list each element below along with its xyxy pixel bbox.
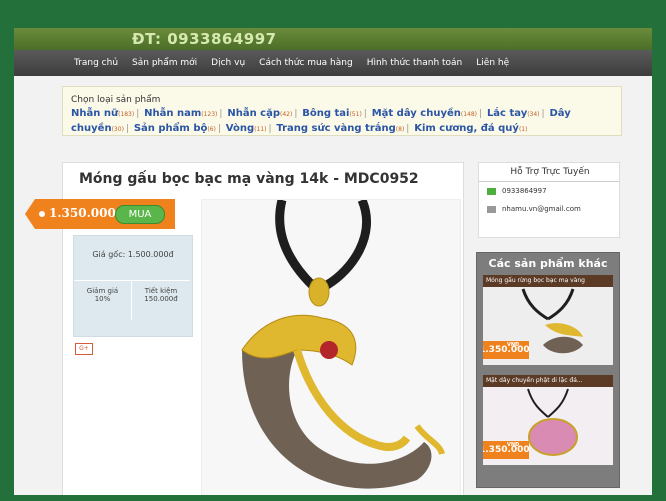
other-products-panel: Các sản phẩm khác Móng gấu rừng bọc bạc …	[476, 252, 620, 488]
phone-icon	[487, 187, 496, 195]
product-title: Móng gấu bọc bạc mạ vàng 14k - MDC0952	[79, 171, 419, 187]
support-phone-row[interactable]: 0933864997	[487, 187, 547, 195]
divider	[479, 181, 619, 182]
other-product-price: VNĐ 1.350.000	[483, 441, 530, 459]
other-product-card[interactable]: Móng gấu rừng bọc bạc mạ vàng VNĐ 1.350.…	[483, 275, 613, 365]
other-product-name: Mặt dây chuyền phật di lặc đá...	[483, 375, 613, 387]
tag-hole-icon	[39, 211, 45, 217]
main-nav: Trang chủ Sản phẩm mới Dịch vụ Cách thức…	[14, 50, 652, 76]
nav-item-services[interactable]: Dịch vụ	[211, 58, 245, 68]
category-list: Nhẫn nữ(183) | Nhẫn nam(123) | Nhẫn cặp(42…	[71, 108, 571, 134]
category-link[interactable]: Vòng(11)	[226, 123, 267, 134]
category-link[interactable]: Trang sức vàng trắng(8)	[276, 123, 404, 134]
support-title: Hỗ Trợ Trực Tuyến	[510, 167, 590, 177]
email-icon	[487, 205, 496, 213]
other-product-price: VNĐ 1.350.000	[483, 341, 530, 359]
product-price: 1.350.000đ	[49, 206, 125, 220]
category-link[interactable]: Nhẫn nữ(183)	[71, 108, 134, 119]
product-image[interactable]	[201, 199, 461, 495]
nav-item-payment[interactable]: Hình thức thanh toán	[367, 58, 463, 68]
support-email-row[interactable]: nhamu.vn@gmail.com	[487, 205, 581, 213]
product-panel: Móng gấu bọc bạc mạ vàng 14k - MDC0952 1…	[25, 162, 464, 495]
category-link[interactable]: Nhẫn nam(123)	[144, 108, 217, 119]
nav-item-contact[interactable]: Liên hệ	[476, 58, 509, 68]
other-product-card[interactable]: Mặt dây chuyền phật di lặc đá... VNĐ 1.3…	[483, 375, 613, 465]
category-link[interactable]: Nhẫn cặp(42)	[227, 108, 292, 119]
top-banner: ĐT: 0933864997	[14, 28, 652, 50]
outer-frame: ĐT: 0933864997 Trang chủ Sản phẩm mới Dị…	[0, 0, 666, 501]
category-box: Chọn loại sản phẩm Nhẫn nữ(183) | Nhẫn na…	[62, 86, 622, 136]
category-link[interactable]: Bông tai(51)	[302, 108, 362, 119]
category-link[interactable]: Sản phẩm bộ(6)	[134, 123, 216, 134]
nav-item-how-to-buy[interactable]: Cách thức mua hàng	[259, 58, 353, 68]
nav-item-new-products[interactable]: Sản phẩm mới	[132, 58, 197, 68]
nav-item-home[interactable]: Trang chủ	[74, 58, 118, 68]
category-link[interactable]: Kim cương, đá quý(1)	[414, 123, 527, 134]
discount-cell: Giảm giá 10%	[74, 280, 132, 320]
pendant-image-icon	[202, 200, 460, 495]
category-link[interactable]: Mặt dây chuyền(148)	[372, 108, 477, 119]
google-plus-share-button[interactable]: G+	[75, 343, 93, 355]
category-link[interactable]: Lắc tay(34)	[487, 108, 540, 119]
price-info-box: Giá gốc: 1.500.000đ Giảm giá 10% Tiết ki…	[73, 235, 193, 337]
original-price: Giá gốc: 1.500.000đ	[92, 250, 174, 259]
saving-cell: Tiết kiệm 150.000đ	[132, 280, 190, 320]
buy-button[interactable]: MUA	[115, 205, 165, 224]
main-content: Chọn loại sản phẩm Nhẫn nữ(183) | Nhẫn na…	[14, 76, 652, 495]
other-products-title: Các sản phẩm khác	[488, 257, 608, 270]
category-title: Chọn loại sản phẩm	[71, 95, 161, 105]
hotline-phone: ĐT: 0933864997	[132, 30, 277, 48]
price-tag: 1.350.000đ MUA	[25, 199, 175, 229]
other-product-name: Móng gấu rừng bọc bạc mạ vàng	[483, 275, 613, 287]
webpage: ĐT: 0933864997 Trang chủ Sản phẩm mới Dị…	[14, 28, 652, 495]
online-support-panel: Hỗ Trợ Trực Tuyến 0933864997 nhamu.vn@gm…	[478, 162, 620, 238]
